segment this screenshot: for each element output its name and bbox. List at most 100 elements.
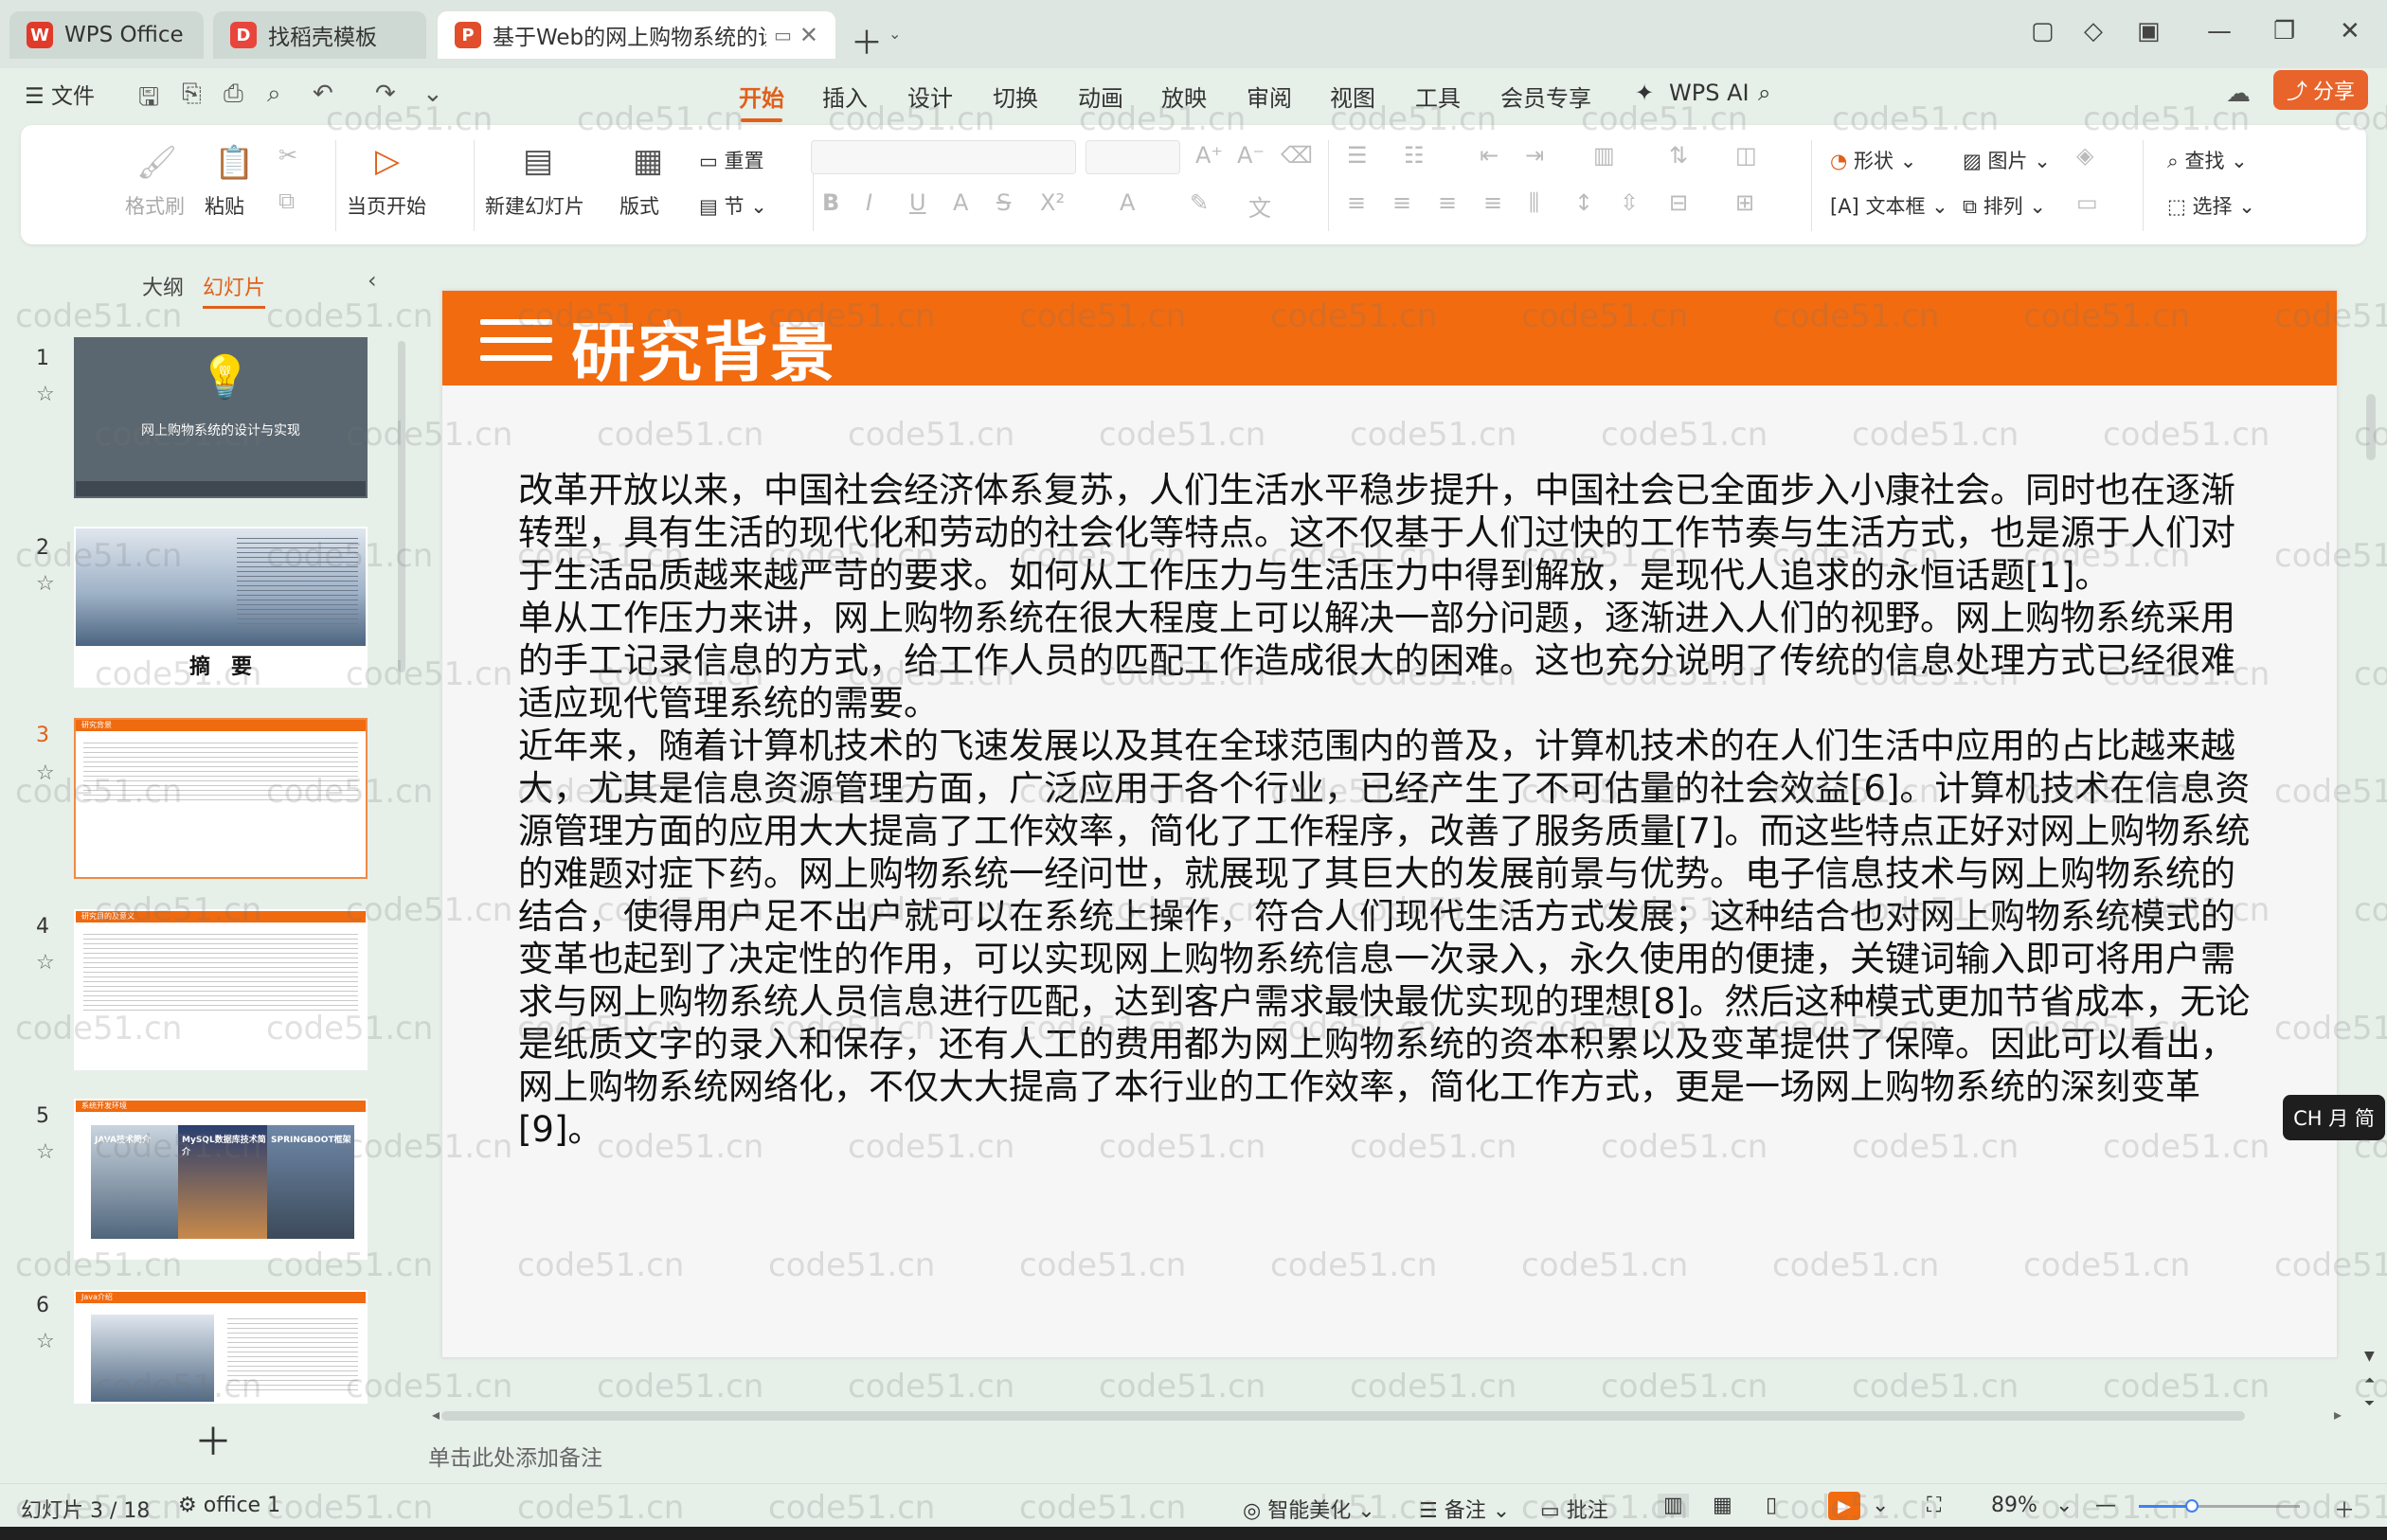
reading-view-icon[interactable]: ▯ (1766, 1494, 1777, 1517)
new-tab-button[interactable]: ＋ (851, 17, 883, 63)
chevron-down-icon[interactable]: ⌄ (2055, 1494, 2073, 1517)
menu-review[interactable]: 审阅 (1247, 80, 1292, 113)
slide-thumbnail-4[interactable]: 研究目的及意义 (74, 909, 368, 1070)
distribute-icon[interactable]: ⫼ (1529, 189, 1539, 216)
strikethrough-icon[interactable]: S (996, 189, 1011, 216)
tab-wps-office[interactable]: W WPS Office (9, 11, 204, 59)
slide-sorter-icon[interactable]: ▦ (1713, 1494, 1732, 1517)
print-preview-icon[interactable]: ⌕ (267, 80, 281, 109)
outline-icon[interactable]: ▭ (2076, 189, 2098, 216)
zoom-out-icon[interactable]: — (2095, 1494, 2116, 1517)
convert-smartart-icon[interactable]: ◫ (1735, 142, 1757, 169)
chevron-down-icon[interactable]: ⌄ (422, 80, 443, 108)
add-slide-button[interactable]: ＋ (194, 1411, 232, 1466)
slide-thumbnail-5[interactable]: 系统开发环境 JAVA技术简介 MySQL数据库技术简介 SPRINGBOOT框… (74, 1099, 368, 1260)
scroll-left-icon[interactable]: ◂ (432, 1406, 440, 1424)
star-icon[interactable]: ☆ (36, 572, 55, 596)
line-spacing-icon[interactable]: ↕ (1574, 189, 1593, 216)
copy-icon[interactable]: ⧉ (278, 188, 295, 214)
cut-icon[interactable]: ✂ (278, 142, 297, 169)
scroll-right-icon[interactable]: ▸ (2334, 1406, 2342, 1424)
increase-font-icon[interactable]: A⁺ (1195, 142, 1223, 169)
numbering-icon[interactable]: ☷ (1404, 142, 1425, 169)
menu-view[interactable]: 视图 (1330, 80, 1375, 113)
align-left-icon[interactable]: ≡ (1347, 189, 1366, 216)
columns-icon[interactable]: ▥ (1593, 142, 1615, 169)
justify-icon[interactable]: ≡ (1483, 189, 1502, 216)
normal-view-icon[interactable]: ▥ (1658, 1494, 1689, 1517)
menu-insert[interactable]: 插入 (822, 80, 868, 113)
menu-wps-ai[interactable]: WPS AI (1669, 80, 1750, 106)
window-layout-icon[interactable]: ▢ (2031, 17, 2055, 45)
undo-icon[interactable]: ↶ (313, 80, 333, 108)
font-family-select[interactable] (811, 140, 1076, 174)
picture-button[interactable]: ▨ 图片 ⌄ (1963, 146, 2051, 174)
text-direction-icon[interactable]: ⇅ (1669, 142, 1688, 169)
maximize-icon[interactable]: ❐ (2273, 17, 2295, 45)
select-button[interactable]: ⬚ 选择 ⌄ (2167, 191, 2255, 220)
comments-button[interactable]: ▭ 批注 (1540, 1494, 1608, 1524)
cloud-icon[interactable]: ☁ (2226, 80, 2251, 108)
bold-icon[interactable]: B (822, 189, 839, 216)
superscript-icon[interactable]: X² (1040, 189, 1065, 216)
star-icon[interactable]: ☆ (36, 383, 55, 406)
star-icon[interactable]: ☆ (36, 1330, 55, 1353)
text-box-align-icon[interactable]: ⊞ (1735, 189, 1754, 216)
file-menu[interactable]: ☰ 文件 (25, 78, 95, 110)
theme-button[interactable]: ⚙ office 1 (178, 1494, 280, 1517)
close-tab-icon[interactable]: ✕ (799, 22, 818, 48)
notes-placeholder[interactable]: 单击此处添加备注 (428, 1440, 602, 1472)
increase-indent-icon[interactable]: ⇥ (1525, 142, 1544, 169)
tab-docer-templates[interactable]: D 找稻壳模板 (213, 11, 426, 59)
arrange-button[interactable]: ⧉ 排列 ⌄ (1963, 191, 2046, 220)
play-slideshow-button[interactable]: ▶ (1828, 1492, 1860, 1520)
slide-thumbnail-1[interactable]: 💡 网上购物系统的设计与实现 (74, 337, 368, 498)
slide-body-text[interactable]: 改革开放以来，中国社会经济体系复苏，人们生活水平稳步提升，中国社会已全面步入小康… (518, 469, 2263, 1151)
menu-design[interactable]: 设计 (907, 80, 953, 113)
minimize-icon[interactable]: — (2207, 17, 2232, 45)
notes-button[interactable]: ☰ 备注 ⌄ (1419, 1494, 1510, 1524)
tab-outline[interactable]: 大纲 (142, 271, 184, 301)
search-icon[interactable]: ⌕ (1758, 80, 1770, 106)
menu-slideshow[interactable]: 放映 (1161, 80, 1207, 113)
star-icon[interactable]: ☆ (36, 1140, 55, 1164)
new-slide-button[interactable]: 新建幻灯片 (485, 191, 584, 220)
menu-member[interactable]: 会员专享 (1500, 80, 1591, 113)
paste-icon[interactable]: 📋 (214, 144, 254, 182)
align-center-icon[interactable]: ≡ (1392, 189, 1411, 216)
slide-title[interactable]: 研究背景 (571, 300, 836, 394)
highlight-icon[interactable]: ✎ (1190, 189, 1209, 216)
print-icon[interactable]: ⎙ (224, 80, 243, 109)
menu-transitions[interactable]: 切换 (993, 80, 1038, 113)
bullets-icon[interactable]: ☰ (1347, 142, 1368, 169)
export-icon[interactable]: ⎘ (182, 80, 202, 109)
vertical-align-icon[interactable]: ⊟ (1669, 189, 1688, 216)
chevron-down-icon[interactable]: ⌄ (1872, 1494, 1889, 1517)
format-painter-icon[interactable]: 🖌 (136, 144, 177, 182)
slide-thumbnail-3[interactable]: 研究背景 (74, 718, 368, 879)
section-button[interactable]: ▤ 节 ⌄ (699, 191, 767, 220)
save-icon[interactable]: 🖫 (138, 80, 159, 121)
underline-icon[interactable]: U (909, 189, 926, 216)
zoom-slider[interactable] (2139, 1499, 2300, 1513)
decrease-font-icon[interactable]: A⁻ (1237, 142, 1265, 169)
slide-canvas[interactable]: 研究背景 改革开放以来，中国社会经济体系复苏，人们生活水平稳步提升，中国社会已全… (441, 290, 2338, 1358)
layout-icon[interactable]: ▦ (633, 142, 663, 180)
shadow-text-icon[interactable]: A (953, 189, 968, 216)
phonetic-icon[interactable]: 文 (1248, 189, 1271, 223)
layout-button[interactable]: 版式 (619, 191, 659, 220)
menu-tools[interactable]: 工具 (1415, 80, 1461, 113)
paragraph-spacing-icon[interactable]: ⇳ (1620, 189, 1639, 216)
prev-slide-icon[interactable]: ⏶ (2364, 1373, 2375, 1388)
canvas-scrollbar[interactable] (2366, 394, 2376, 460)
close-window-icon[interactable]: ✕ (2340, 17, 2360, 45)
menu-home[interactable]: 开始 (739, 80, 784, 122)
fit-window-icon[interactable]: ⛶ (1927, 1494, 1941, 1517)
tab-current-document[interactable]: P 基于Web的网上购物系统的设 ▭ ✕ (438, 11, 835, 59)
smart-beautify-button[interactable]: ◎ 智能美化 ⌄ (1243, 1494, 1375, 1524)
new-slide-icon[interactable]: ▤ (523, 142, 553, 180)
textbox-button[interactable]: [A] 文本框 ⌄ (1830, 191, 1948, 220)
clear-format-icon[interactable]: ⌫ (1281, 142, 1313, 169)
redo-icon[interactable]: ↷ (375, 80, 396, 108)
horizontal-scrollbar[interactable] (441, 1411, 2245, 1421)
